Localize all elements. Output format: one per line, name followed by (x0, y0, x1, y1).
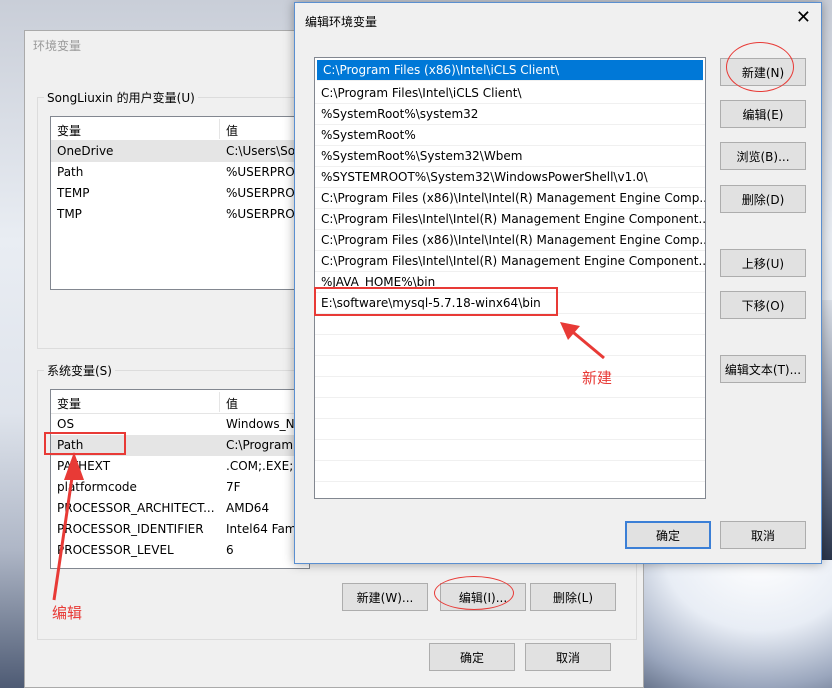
new-arrow-icon (560, 322, 605, 360)
list-item-empty[interactable] (315, 314, 705, 335)
dialog-ok-button[interactable]: 确定 (625, 521, 711, 549)
edit-path-button[interactable]: 编辑(E) (720, 100, 806, 128)
list-item-empty[interactable] (315, 440, 705, 461)
column-value[interactable]: 值 (226, 395, 238, 412)
new-system-variable-button[interactable]: 新建(W)... (342, 583, 428, 611)
window-title: 环境变量 (33, 39, 82, 53)
var-value: 6 (226, 543, 234, 557)
list-item[interactable]: C:\Program Files\Intel\iCLS Client\ (315, 83, 705, 104)
edit-arrow-icon (52, 452, 84, 601)
list-item-empty[interactable] (315, 335, 705, 356)
list-item-empty[interactable] (315, 419, 705, 440)
list-item[interactable]: %SystemRoot% (315, 125, 705, 146)
mysql-path-highlight-box (314, 287, 558, 316)
user-variables-label: SongLiuxin 的用户变量(U) (44, 89, 198, 106)
dialog-cancel-button[interactable]: 取消 (720, 521, 806, 549)
list-item[interactable]: %SystemRoot%\System32\Wbem (315, 146, 705, 167)
list-item[interactable]: C:\Program Files\Intel\Intel(R) Manageme… (315, 251, 705, 272)
table-row[interactable]: TMP %USERPROF (51, 204, 309, 225)
user-variables-list[interactable]: 变量 值 OneDrive C:\Users\So Path %USERPROF… (50, 116, 310, 290)
var-value: %USERPROF (226, 186, 302, 200)
var-value: Intel64 Fami (226, 522, 300, 536)
delete-system-variable-button[interactable]: 删除(L) (530, 583, 616, 611)
env-cancel-button[interactable]: 取消 (525, 643, 611, 671)
var-value: C:\Program (226, 438, 294, 452)
var-value: 7F (226, 480, 241, 494)
var-value: %USERPROF (226, 165, 302, 179)
var-name: OS (57, 417, 75, 431)
table-row[interactable]: OneDrive C:\Users\So (51, 141, 309, 162)
list-item-empty[interactable] (315, 461, 705, 482)
new-button-highlight-ellipse (726, 42, 794, 92)
var-value: AMD64 (226, 501, 270, 515)
column-variable[interactable]: 变量 (57, 395, 81, 412)
var-name: OneDrive (57, 144, 114, 158)
edit-annotation-label: 编辑 (52, 604, 83, 622)
var-name: TMP (57, 207, 82, 221)
move-up-button[interactable]: 上移(U) (720, 249, 806, 277)
var-name: Path (57, 165, 84, 179)
var-value: %USERPROF (226, 207, 302, 221)
table-row[interactable]: Path %USERPROF (51, 162, 309, 183)
move-down-button[interactable]: 下移(O) (720, 291, 806, 319)
browse-button[interactable]: 浏览(B)... (720, 142, 806, 170)
var-name: TEMP (57, 186, 90, 200)
list-item-empty[interactable] (315, 398, 705, 419)
list-item[interactable]: C:\Program Files (x86)\Intel\Intel(R) Ma… (315, 230, 705, 251)
system-variables-label: 系统变量(S) (44, 362, 115, 379)
var-value: Windows_NT (226, 417, 302, 431)
edit-button-highlight-ellipse (434, 576, 514, 610)
list-item[interactable]: C:\Program Files\Intel\Intel(R) Manageme… (315, 209, 705, 230)
new-annotation-label: 新建 (582, 369, 613, 387)
var-value: C:\Users\So (226, 144, 296, 158)
list-header: 变量 值 (51, 117, 309, 141)
close-icon[interactable]: ✕ (796, 9, 811, 27)
list-item-empty[interactable] (315, 377, 705, 398)
list-item[interactable]: C:\Program Files (x86)\Intel\Intel(R) Ma… (315, 188, 705, 209)
column-value[interactable]: 值 (226, 122, 238, 139)
path-entries-list[interactable]: C:\Program Files (x86)\Intel\iCLS Client… (314, 57, 706, 499)
list-item[interactable]: %SYSTEMROOT%\System32\WindowsPowerShell\… (315, 167, 705, 188)
env-ok-button[interactable]: 确定 (429, 643, 515, 671)
edit-text-button[interactable]: 编辑文本(T)... (720, 355, 806, 383)
list-header: 变量 值 (51, 390, 309, 414)
column-variable[interactable]: 变量 (57, 122, 81, 139)
list-item[interactable]: C:\Program Files (x86)\Intel\iCLS Client… (317, 60, 703, 81)
table-row[interactable]: TEMP %USERPROF (51, 183, 309, 204)
list-item[interactable]: %SystemRoot%\system32 (315, 104, 705, 125)
dialog-title: 编辑环境变量 (305, 15, 378, 29)
delete-path-button[interactable]: 删除(D) (720, 185, 806, 213)
list-item-empty[interactable] (315, 356, 705, 377)
